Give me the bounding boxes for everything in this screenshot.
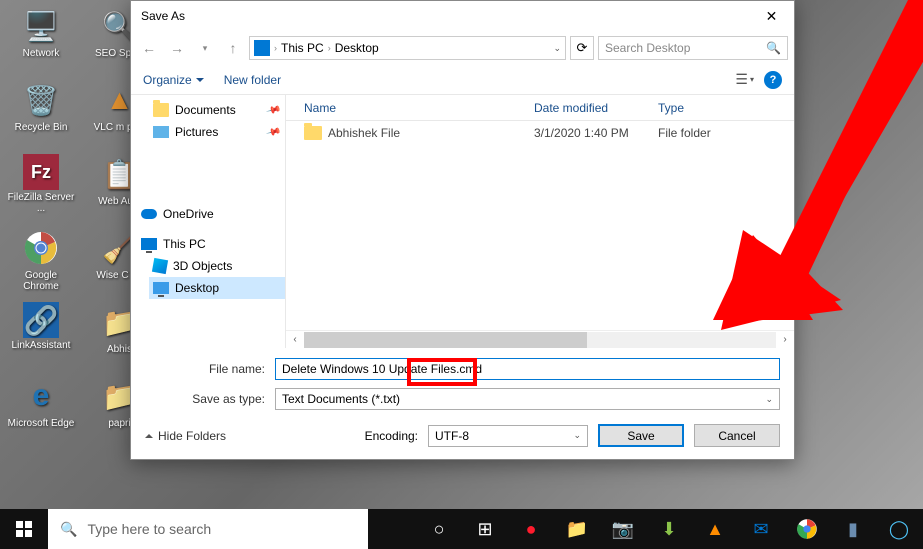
taskbar-opera[interactable]: ● (509, 509, 553, 549)
save-button[interactable]: Save (598, 424, 684, 447)
horizontal-scrollbar[interactable]: ‹ › (286, 330, 794, 348)
pin-icon: 📌 (265, 124, 281, 140)
help-button[interactable]: ? (764, 71, 782, 89)
desktop-icon-network[interactable]: 🖥️Network (6, 6, 76, 76)
chevron-down-icon: ⌄ (573, 430, 581, 441)
taskbar-explorer[interactable]: 📁 (555, 509, 599, 549)
breadcrumb-current[interactable]: Desktop (335, 41, 379, 55)
taskbar-chrome[interactable] (785, 509, 829, 549)
search-icon: 🔍 (766, 41, 781, 55)
nav-onedrive[interactable]: OneDrive (137, 203, 285, 225)
pin-icon: 📌 (265, 102, 281, 118)
scroll-left-button[interactable]: ‹ (286, 331, 304, 349)
taskbar-search[interactable]: 🔍 Type here to search (48, 509, 368, 549)
new-folder-button[interactable]: New folder (224, 73, 281, 87)
save-as-dialog: Save As ✕ ← → ▾ ↑ › This PC › Desktop ⌄ … (130, 0, 795, 460)
desktop-icon-chrome[interactable]: Google Chrome (6, 228, 76, 298)
nav-3d-objects[interactable]: 3D Objects (149, 255, 285, 277)
refresh-button[interactable]: ⟳ (570, 36, 594, 60)
view-options-button[interactable]: ☰▾ (735, 71, 754, 88)
file-row[interactable]: Abhishek File 3/1/2020 1:40 PM File fold… (286, 121, 794, 145)
save-type-select[interactable]: Text Documents (*.txt) ⌄ (275, 388, 780, 410)
chevron-right-icon: › (274, 43, 277, 53)
scroll-thumb[interactable] (304, 332, 587, 348)
taskbar-idm[interactable]: ⬇ (647, 509, 691, 549)
chevron-down-icon: ⌄ (765, 394, 773, 405)
scroll-track[interactable] (304, 332, 776, 348)
close-button[interactable]: ✕ (749, 1, 794, 31)
breadcrumb-root[interactable]: This PC (281, 41, 324, 55)
desktop-icon-edge[interactable]: eMicrosoft Edge (6, 376, 76, 446)
scroll-right-button[interactable]: › (776, 331, 794, 349)
taskbar-app[interactable]: ▮ (831, 509, 875, 549)
back-button[interactable]: ← (137, 36, 161, 60)
save-type-label: Save as type: (145, 392, 275, 406)
desktop-icon (153, 282, 169, 294)
folder-icon (304, 126, 322, 140)
search-box[interactable]: Search Desktop 🔍 (598, 36, 788, 60)
pictures-icon (153, 126, 169, 138)
taskbar-app2[interactable]: ◯ (877, 509, 921, 549)
cortana-icon[interactable]: ○ (417, 509, 461, 549)
folder-icon (153, 103, 169, 117)
list-header: Name Date modified Type (286, 95, 794, 121)
hide-folders-button[interactable]: Hide Folders (145, 429, 226, 443)
nav-this-pc[interactable]: This PC (137, 233, 285, 255)
navigation-pane[interactable]: Documents 📌 Pictures 📌 OneDrive This PC … (131, 95, 286, 348)
taskbar-camera[interactable]: 📷 (601, 509, 645, 549)
this-pc-icon (141, 238, 157, 250)
taskbar-vlc[interactable]: ▲ (693, 509, 737, 549)
cancel-button[interactable]: Cancel (694, 424, 780, 447)
taskbar-mail[interactable]: ✉ (739, 509, 783, 549)
chevron-right-icon: › (328, 43, 331, 53)
recent-locations-button[interactable]: ▾ (193, 36, 217, 60)
search-placeholder: Search Desktop (605, 41, 690, 55)
file-list[interactable]: Abhishek File 3/1/2020 1:40 PM File fold… (286, 121, 794, 330)
encoding-label: Encoding: (365, 429, 418, 443)
titlebar: Save As ✕ (131, 1, 794, 31)
file-name-label: File name: (145, 362, 275, 376)
encoding-select[interactable]: UTF-8 ⌄ (428, 425, 588, 447)
up-button[interactable]: ↑ (221, 36, 245, 60)
start-button[interactable] (0, 509, 48, 549)
onedrive-icon (141, 209, 157, 219)
nav-row: ← → ▾ ↑ › This PC › Desktop ⌄ ⟳ Search D… (131, 31, 794, 65)
dialog-title: Save As (141, 9, 185, 23)
search-icon: 🔍 (60, 521, 77, 538)
address-dropdown-icon[interactable]: ⌄ (553, 43, 561, 54)
task-view-icon[interactable]: ⊞ (463, 509, 507, 549)
forward-button[interactable]: → (165, 36, 189, 60)
toolbar: Organize New folder ☰▾ ? (131, 65, 794, 95)
nav-desktop[interactable]: Desktop (149, 277, 285, 299)
this-pc-icon (254, 40, 270, 56)
search-placeholder: Type here to search (87, 521, 211, 537)
column-type[interactable]: Type (658, 101, 794, 115)
organize-menu[interactable]: Organize (143, 73, 204, 87)
column-date[interactable]: Date modified (534, 101, 658, 115)
3d-objects-icon (152, 258, 168, 274)
column-name[interactable]: Name (286, 101, 534, 115)
nav-pictures[interactable]: Pictures 📌 (149, 121, 285, 143)
nav-documents[interactable]: Documents 📌 (149, 99, 285, 121)
address-bar[interactable]: › This PC › Desktop ⌄ (249, 36, 566, 60)
desktop-icon-linkassist[interactable]: 🔗LinkAssistant (6, 302, 76, 372)
taskbar: 🔍 Type here to search ○ ⊞ ● 📁 📷 ⬇ ▲ ✉ ▮ … (0, 509, 923, 549)
desktop-icon-recycle[interactable]: 🗑️Recycle Bin (6, 80, 76, 150)
desktop-icon-filezilla[interactable]: FzFileZilla Server ... (6, 154, 76, 224)
file-name-input[interactable] (275, 358, 780, 380)
